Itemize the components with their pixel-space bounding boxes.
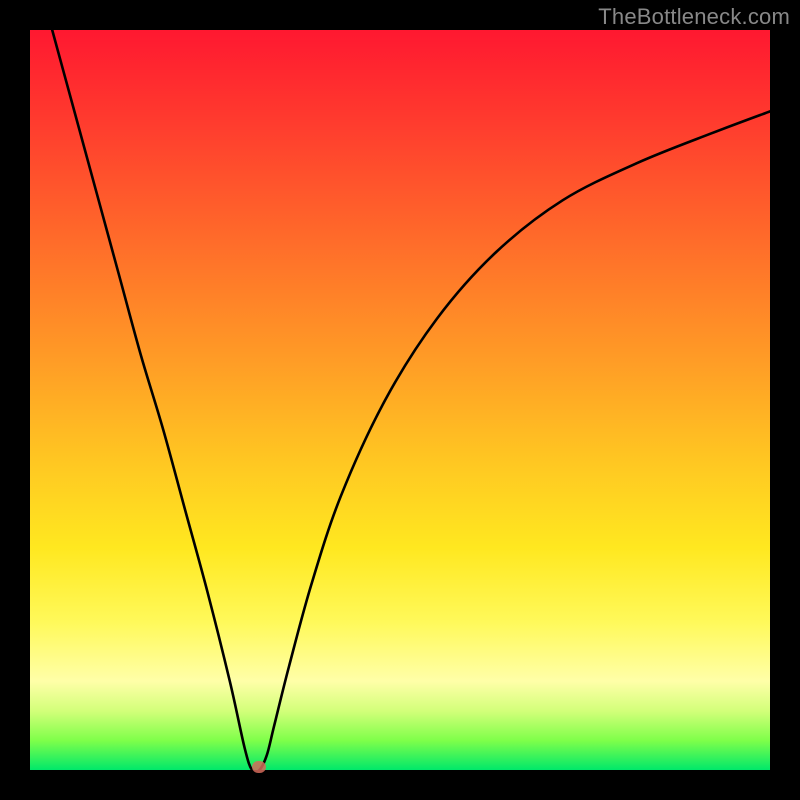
curve-path — [52, 30, 770, 772]
bottleneck-curve — [30, 30, 770, 770]
plot-area — [30, 30, 770, 770]
minimum-marker — [252, 761, 266, 773]
watermark-text: TheBottleneck.com — [598, 4, 790, 30]
chart-container: TheBottleneck.com — [0, 0, 800, 800]
